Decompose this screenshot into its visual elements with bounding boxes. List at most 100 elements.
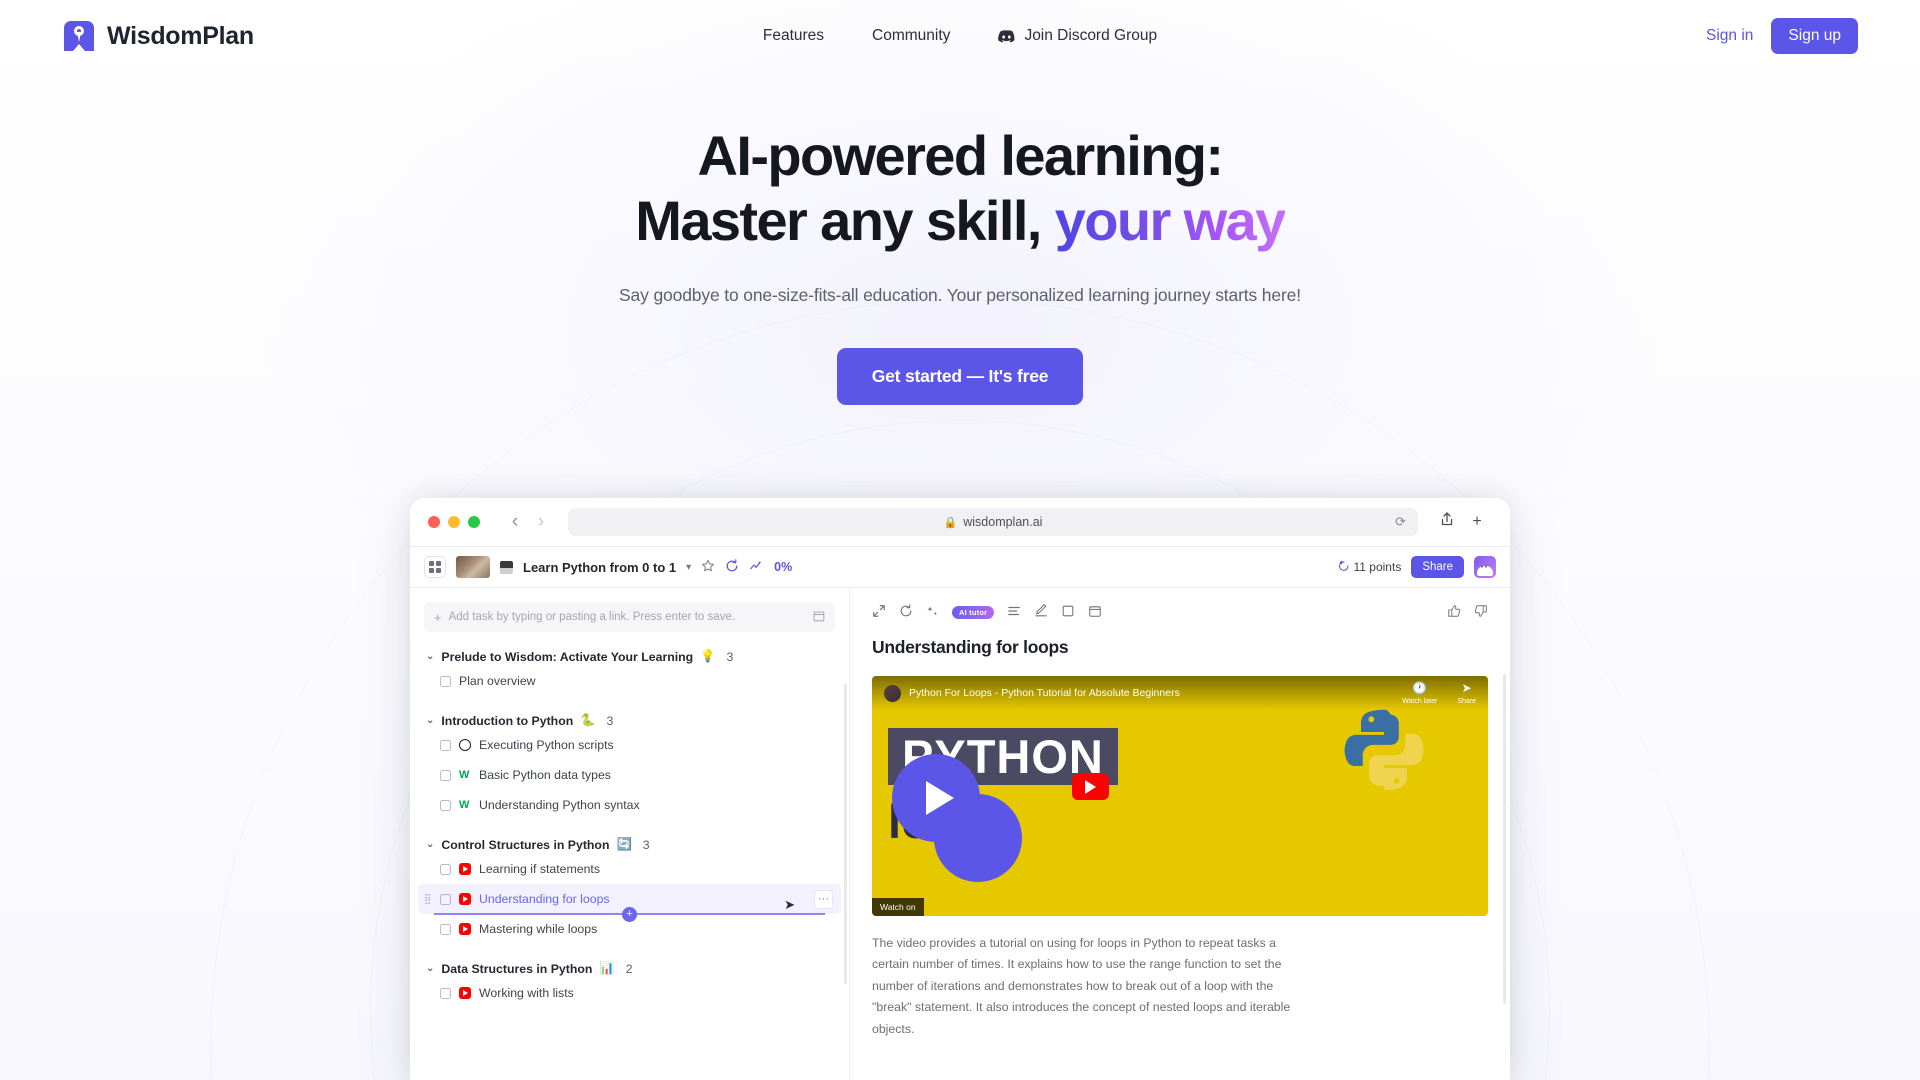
video-share-label: Share xyxy=(1457,697,1476,705)
hero-subtitle: Say goodbye to one-size-fits-all educati… xyxy=(619,284,1301,305)
share-icon[interactable] xyxy=(1432,512,1462,532)
task-label: Understanding Python syntax xyxy=(479,798,640,812)
calendar-icon[interactable] xyxy=(1088,604,1102,621)
forward-icon[interactable]: › xyxy=(528,511,554,533)
nav-link-discord[interactable]: Join Discord Group xyxy=(998,27,1157,45)
sign-up-button[interactable]: Sign up xyxy=(1771,18,1858,54)
star-icon[interactable] xyxy=(701,559,715,576)
task-more-menu-icon[interactable]: ··· xyxy=(814,889,833,909)
edit-icon[interactable] xyxy=(1034,604,1048,621)
section-header[interactable]: ⌄ Control Structures in Python 🔄 3 xyxy=(424,837,835,852)
task-checkbox[interactable] xyxy=(440,769,451,781)
nav-link-label: Join Discord Group xyxy=(1024,27,1158,44)
progress-sparkle-icon xyxy=(749,559,764,576)
play-button[interactable] xyxy=(892,754,980,842)
browser-chrome: ‹ › 🔒 wisdomplan.ai ⟳ + xyxy=(410,498,1510,546)
sign-in-link[interactable]: Sign in xyxy=(1706,27,1753,45)
app-body: + Add task by typing or pasting a link. … xyxy=(410,588,1510,1080)
section-header[interactable]: ⌄ Prelude to Wisdom: Activate Your Learn… xyxy=(424,649,835,664)
section-header[interactable]: ⌄ Introduction to Python 🐍 3 xyxy=(424,713,835,728)
youtube-favicon-icon xyxy=(459,923,471,935)
task-label: Learning if statements xyxy=(479,862,600,876)
watch-on-youtube-label[interactable]: Watch on xyxy=(872,898,924,916)
section-count: 3 xyxy=(606,713,614,728)
task-checkbox[interactable] xyxy=(440,923,451,935)
nav-link-features[interactable]: Features xyxy=(763,27,824,45)
nav-link-community[interactable]: Community xyxy=(872,27,950,45)
video-description: The video provides a tutorial on using f… xyxy=(872,936,1291,1036)
expand-icon[interactable] xyxy=(872,604,886,621)
section-emoji: 💡 xyxy=(700,649,716,663)
plus-icon: + xyxy=(434,609,442,625)
refresh-icon[interactable] xyxy=(899,604,913,621)
task-row[interactable]: Learning if statements xyxy=(424,854,835,884)
nav-links: Features Community Join Discord Group xyxy=(0,0,1920,72)
new-tab-icon[interactable]: + xyxy=(1462,513,1492,531)
task-row[interactable]: W Basic Python data types xyxy=(424,760,835,790)
task-checkbox[interactable] xyxy=(440,893,451,905)
add-task-placeholder: Add task by typing or pasting a link. Pr… xyxy=(448,611,735,623)
back-icon[interactable]: ‹ xyxy=(502,511,528,533)
thumbs-down-icon[interactable] xyxy=(1474,604,1488,621)
share-arrow-icon: ➤ xyxy=(1461,680,1472,695)
chevron-down-icon[interactable]: ▾ xyxy=(686,562,691,573)
task-row[interactable]: W Understanding Python syntax xyxy=(424,790,835,820)
task-label: Working with lists xyxy=(479,986,574,1000)
align-left-icon[interactable] xyxy=(1007,604,1021,621)
mouse-cursor-icon: ➤ xyxy=(784,897,795,912)
video-title: Python For Loops - Python Tutorial for A… xyxy=(909,687,1180,699)
task-checkbox[interactable] xyxy=(440,799,451,811)
share-button[interactable]: Share xyxy=(1411,556,1464,578)
section-title: Data Structures in Python xyxy=(441,961,593,976)
toolbar-right-actions: 11 points Share •• xyxy=(1337,556,1496,578)
hero-section: AI-powered learning: Master any skill, y… xyxy=(0,124,1920,405)
calendar-icon[interactable] xyxy=(813,610,825,625)
maximize-window-button[interactable] xyxy=(468,516,480,528)
section-count: 3 xyxy=(726,649,734,664)
ai-tutor-pill[interactable]: AI tutor xyxy=(952,606,995,619)
watch-later-button[interactable]: 🕐 Watch later xyxy=(1402,679,1437,708)
refresh-icon[interactable] xyxy=(725,558,739,576)
minimize-window-button[interactable] xyxy=(448,516,460,528)
w3schools-favicon-icon: W xyxy=(459,799,470,811)
youtube-favicon-icon xyxy=(459,987,471,999)
task-row[interactable]: Mastering while loops xyxy=(424,914,835,944)
task-checkbox[interactable] xyxy=(440,675,451,687)
thumbs-up-icon[interactable] xyxy=(1447,604,1461,621)
get-started-button[interactable]: Get started — It's free xyxy=(836,347,1084,405)
points-label: 11 points xyxy=(1353,560,1402,574)
task-list-scrollbar[interactable] xyxy=(844,684,847,984)
headline-line-1: AI-powered learning: xyxy=(697,124,1225,187)
video-share-button[interactable]: ➤ Share xyxy=(1457,679,1476,708)
task-row[interactable]: Executing Python scripts xyxy=(424,730,835,760)
lock-icon: 🔒 xyxy=(943,516,958,529)
task-checkbox[interactable] xyxy=(440,987,451,999)
add-task-input[interactable]: + Add task by typing or pasting a link. … xyxy=(424,602,835,632)
headline-line-2: Master any skill, xyxy=(635,188,1042,252)
detail-scrollbar[interactable] xyxy=(1503,674,1506,1004)
channel-avatar xyxy=(884,684,901,702)
top-navbar: WisdomPlan Features Community Join Disco… xyxy=(0,0,1920,72)
task-detail-pane: AI tutor Understanding for loops Python … xyxy=(850,588,1510,1080)
section-header[interactable]: ⌄ Data Structures in Python 📊 2 xyxy=(424,961,835,976)
task-checkbox[interactable] xyxy=(440,863,451,875)
task-row[interactable]: Plan overview xyxy=(424,666,835,696)
discord-icon xyxy=(998,29,1015,43)
github-favicon-icon xyxy=(459,739,471,751)
task-checkbox[interactable] xyxy=(440,739,451,751)
plan-badge-icon xyxy=(500,560,513,574)
user-avatar[interactable]: •• xyxy=(1474,556,1496,578)
drag-handle-icon[interactable]: ⣿ xyxy=(424,894,431,905)
address-bar[interactable]: 🔒 wisdomplan.ai ⟳ xyxy=(568,508,1418,536)
clock-icon: 🕐 xyxy=(1412,680,1428,695)
close-window-button[interactable] xyxy=(428,516,440,528)
square-icon[interactable] xyxy=(1061,604,1075,621)
video-player[interactable]: Python For Loops - Python Tutorial for A… xyxy=(872,676,1488,916)
grid-view-icon[interactable] xyxy=(424,556,446,578)
section-title: Introduction to Python xyxy=(441,713,574,728)
task-row[interactable]: Working with lists xyxy=(424,978,835,1008)
progress-percent: 0% xyxy=(774,560,793,574)
section-emoji: 🐍 xyxy=(580,713,596,727)
reload-icon[interactable]: ⟳ xyxy=(1395,514,1406,530)
python-logo-icon xyxy=(1344,709,1424,791)
